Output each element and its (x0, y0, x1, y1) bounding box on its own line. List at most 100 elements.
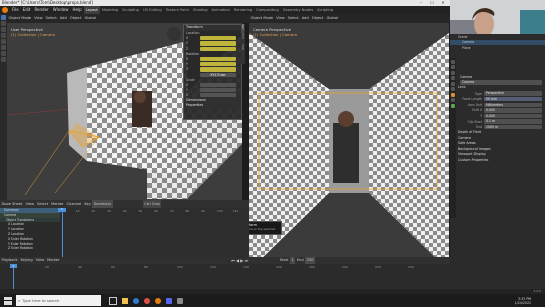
rotation-x-field[interactable] (200, 56, 236, 62)
move-tool-icon[interactable] (1, 27, 6, 32)
workspace-tab-texture-paint[interactable]: Texture Paint (164, 6, 191, 14)
clip-end-field[interactable]: 1000 m (484, 124, 542, 130)
dopesheet-editor[interactable]: Summary Camera Object Transforms X Locat… (0, 208, 249, 257)
transform-tool-icon[interactable] (1, 45, 6, 50)
tab-view[interactable]: View (241, 44, 244, 54)
tool-tab-icon[interactable] (451, 59, 455, 64)
menu-object[interactable]: Object (68, 14, 83, 23)
menu-add[interactable]: Add (300, 14, 310, 23)
menu-view[interactable]: View (275, 14, 287, 23)
blender-taskbar-icon[interactable] (155, 297, 161, 304)
task-view-icon[interactable] (109, 296, 117, 305)
scale-tool-icon[interactable] (1, 39, 6, 44)
discord-icon[interactable] (166, 297, 172, 304)
select-box-tool-icon[interactable] (1, 15, 6, 20)
render-tab-icon[interactable] (451, 65, 455, 69)
annotate-tool-icon[interactable] (1, 51, 6, 56)
workspace-tab-rendering[interactable]: Rendering (232, 6, 254, 14)
tab-tool[interactable]: Tool (241, 34, 244, 44)
rotation-y-field[interactable] (200, 62, 236, 67)
output-tab-icon[interactable] (451, 70, 455, 75)
world-tab-icon[interactable] (451, 87, 455, 91)
cursor-tool-icon[interactable] (1, 21, 6, 26)
workspace-tab-uv-editing[interactable]: UV Editing (141, 6, 164, 14)
timeline-current-frame[interactable]: 1 (10, 264, 17, 268)
tab-item[interactable]: Item (241, 24, 244, 34)
menu-render[interactable]: Render (32, 6, 50, 14)
location-x-field[interactable] (200, 36, 236, 41)
playhead[interactable] (62, 208, 63, 257)
lens-unit-dropdown[interactable]: Millimeters (484, 102, 542, 107)
orientation-selector[interactable]: Global (325, 14, 339, 23)
navigation-gizmo-icon[interactable] (167, 27, 181, 41)
menu-edit[interactable]: Edit (21, 6, 33, 14)
menu-add[interactable]: Add (58, 14, 68, 23)
keying-dropdown[interactable]: Ctrl Only (142, 200, 162, 208)
summary-dropdown[interactable]: Summary (92, 200, 113, 208)
menu-marker[interactable]: Marker (46, 257, 61, 264)
outliner-item-plane[interactable]: Plane (450, 45, 545, 51)
focal-length-field[interactable]: 50 mm (484, 97, 542, 102)
properties-panel-header[interactable]: Properties (184, 103, 241, 109)
menu-channel[interactable]: Channel (65, 200, 83, 208)
end-frame-field[interactable]: 250 (305, 257, 316, 264)
taskbar-search-box[interactable]: ⌕ Type here to search (16, 295, 101, 306)
scale-x-field[interactable] (200, 82, 236, 88)
channel-z-rotation[interactable]: Z Euler Rotation (0, 246, 60, 251)
menu-file[interactable]: File (10, 6, 21, 14)
menu-keying[interactable]: Keying (19, 257, 34, 264)
timeline-editor[interactable]: Playback Keying View Marker ⏮ ◀ ▶ ⏭ Star… (0, 257, 450, 289)
edge-icon[interactable] (133, 297, 139, 304)
menu-view[interactable]: View (34, 257, 46, 264)
menu-select[interactable]: Select (286, 14, 300, 23)
constraints-tab-icon[interactable] (451, 98, 455, 102)
menu-select[interactable]: Select (44, 14, 58, 23)
camera-data-tab-icon[interactable] (451, 103, 455, 108)
measure-tool-icon[interactable] (1, 57, 6, 62)
workspace-tab-shading[interactable]: Shading (191, 6, 210, 14)
location-z-field[interactable] (200, 46, 236, 51)
menu-window[interactable]: Window (51, 6, 71, 14)
current-frame-indicator[interactable]: 1 (58, 208, 66, 212)
shift-y-field[interactable]: 0.000 (484, 113, 542, 119)
menu-playback[interactable]: Playback (0, 257, 19, 264)
menu-view[interactable]: View (33, 14, 45, 23)
location-y-field[interactable] (200, 41, 236, 46)
scale-z-field[interactable] (200, 93, 236, 98)
workspace-tab-sculpting[interactable]: Sculpting (120, 6, 141, 14)
workspace-tab-modeling[interactable]: Modeling (100, 6, 120, 14)
rotate-tool-icon[interactable] (1, 33, 6, 38)
menu-view[interactable]: View (24, 200, 36, 208)
rotation-z-field[interactable] (200, 67, 236, 72)
mode-selector[interactable]: Object Mode (249, 14, 275, 23)
rotation-mode-dropdown[interactable]: XYZ Euler (200, 72, 236, 77)
clip-start-field[interactable]: 0.1 m (484, 119, 542, 124)
orientation-selector[interactable]: Global (83, 14, 97, 23)
camera-data-name-field[interactable]: Camera (460, 80, 542, 85)
taskbar-clock[interactable]: 3:32 PM 1/24/2022 (515, 297, 531, 305)
workspace-tab-layout[interactable]: Layout (83, 6, 100, 14)
editor-type-dopesheet[interactable]: Dope Sheet (0, 200, 24, 208)
workspace-tab-geometry-nodes[interactable]: Geometry Nodes (281, 6, 315, 14)
scene-tab-icon[interactable] (451, 81, 455, 86)
menu-marker[interactable]: Marker (50, 200, 65, 208)
scale-y-field[interactable] (200, 88, 236, 93)
menu-key[interactable]: Key (83, 200, 93, 208)
workspace-tab-compositing[interactable]: Compositing (254, 6, 281, 14)
object-tab-icon[interactable] (451, 92, 455, 97)
app-icon[interactable] (177, 297, 183, 304)
view-layer-tab-icon[interactable] (451, 76, 455, 80)
file-explorer-icon[interactable] (122, 297, 128, 304)
mode-selector[interactable]: Object Mode (7, 14, 33, 23)
menu-help[interactable]: Help (70, 6, 83, 14)
workspace-tab-scripting[interactable]: Scripting (315, 6, 335, 14)
windows-start-icon[interactable] (4, 296, 12, 305)
play-controls-icon[interactable]: ⏮ ◀ ▶ ⏭ (231, 257, 248, 264)
menu-object[interactable]: Object (310, 14, 325, 23)
blender-logo-icon[interactable] (2, 7, 8, 13)
workspace-tab-animation[interactable]: Animation (210, 6, 232, 14)
menu-select[interactable]: Select (36, 200, 50, 208)
section-custom-properties[interactable]: Custom Properties (450, 158, 545, 164)
lens-type-dropdown[interactable]: Perspective (484, 91, 542, 96)
chrome-icon[interactable] (144, 297, 150, 304)
